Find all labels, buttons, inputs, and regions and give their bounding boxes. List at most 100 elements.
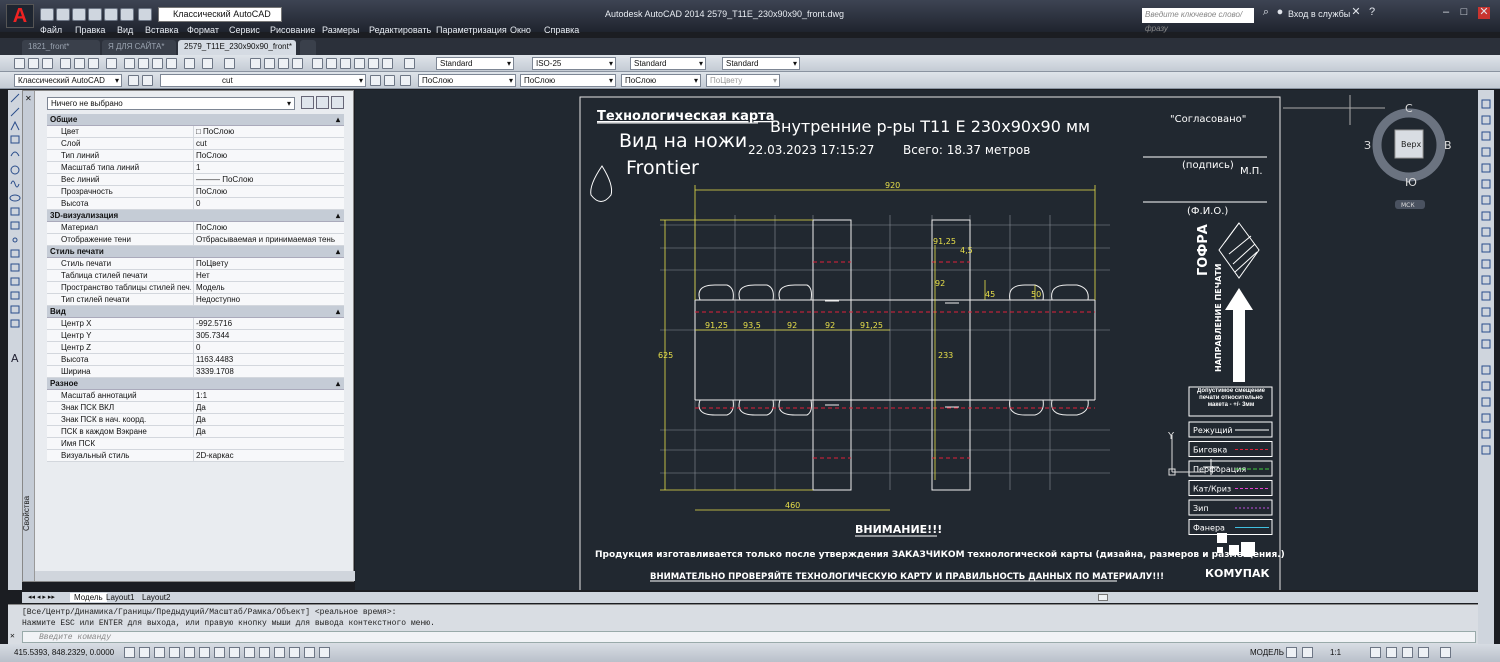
infer-constraints-icon[interactable] <box>124 647 135 658</box>
annotation-scale[interactable]: 1:1 <box>1330 648 1341 657</box>
sheet-set-icon[interactable] <box>354 58 365 69</box>
command-input[interactable]: Введите команду <box>22 631 1476 643</box>
minimize-icon[interactable]: – <box>1440 7 1452 19</box>
table-style-select[interactable]: Standard <box>630 57 706 70</box>
transparency-icon[interactable] <box>289 647 300 658</box>
property-row[interactable]: Центр Y 305.7344 <box>47 330 344 342</box>
property-row[interactable]: Цвет □ ПоСлою <box>47 126 344 138</box>
mleader-style-select[interactable]: Standard <box>722 57 800 70</box>
modify-tools-icon[interactable] <box>1478 90 1494 660</box>
clean-screen-icon[interactable] <box>1440 647 1451 658</box>
menu-file[interactable]: Файл <box>40 25 62 35</box>
undo-icon[interactable] <box>202 58 213 69</box>
new-file-icon[interactable] <box>40 8 54 21</box>
property-value[interactable]: ПоЦвету <box>193 258 343 269</box>
property-row[interactable]: Вес линий ——— ПоСлою <box>47 174 344 186</box>
close-icon[interactable]: ✕ <box>10 631 15 641</box>
property-row[interactable]: Таблица стилей печати Нет <box>47 270 344 282</box>
property-row[interactable]: Имя ПСК <box>47 438 344 450</box>
menu-draw[interactable]: Рисование <box>270 25 315 35</box>
undo-icon[interactable] <box>120 8 134 21</box>
drawing-canvas[interactable]: Технологическая карта Вид на ножи Fronti… <box>355 90 1478 592</box>
property-row[interactable]: Прозрачность ПоСлою <box>47 186 344 198</box>
property-row[interactable]: Центр Z 0 <box>47 342 344 354</box>
property-value[interactable]: 305.7344 <box>193 330 343 341</box>
property-row[interactable]: Материал ПоСлою <box>47 222 344 234</box>
property-row[interactable]: Масштаб типа линий 1 <box>47 162 344 174</box>
tab-model[interactable]: Модель <box>70 593 107 602</box>
property-row[interactable]: Слой cut <box>47 138 344 150</box>
tab-layout2[interactable]: Layout2 <box>142 593 170 602</box>
dim-style-select[interactable]: ISO-25 <box>532 57 616 70</box>
text-style-select[interactable]: Standard <box>436 57 514 70</box>
property-value[interactable]: 1163.4483 <box>193 354 343 365</box>
property-value[interactable]: Отбрасываемая и принимаемая тень <box>193 234 343 245</box>
property-value[interactable]: Недоступно <box>193 294 343 305</box>
property-value[interactable]: □ ПоСлою <box>193 126 343 137</box>
property-row[interactable]: Тип стилей печати Недоступно <box>47 294 344 306</box>
exchange-icon[interactable]: ✕ <box>1350 7 1362 19</box>
layer-states-icon[interactable] <box>400 75 411 86</box>
maximize-icon[interactable]: □ <box>1458 7 1470 19</box>
layer-previous-icon[interactable] <box>384 75 395 86</box>
close-icon[interactable]: ✕ <box>25 94 32 103</box>
hardware-acceleration-icon[interactable] <box>1402 647 1413 658</box>
property-row[interactable]: Стиль печати ПоЦвету <box>47 258 344 270</box>
workspace-switch-icon[interactable] <box>1370 647 1381 658</box>
make-current-icon[interactable] <box>370 75 381 86</box>
design-center-icon[interactable] <box>326 58 337 69</box>
property-value[interactable]: Да <box>193 402 343 413</box>
new-tab-button[interactable] <box>300 40 316 55</box>
property-value[interactable]: 1:1 <box>193 390 343 401</box>
zoom-window-icon[interactable] <box>278 58 289 69</box>
property-section-header[interactable]: Разное <box>47 378 344 390</box>
cut-icon[interactable] <box>124 58 135 69</box>
selection-cycling-icon[interactable] <box>319 647 330 658</box>
zoom-realtime-icon[interactable] <box>264 58 275 69</box>
property-value[interactable]: 2D-каркас <box>193 450 343 461</box>
print-icon[interactable] <box>104 8 118 21</box>
help-icon[interactable] <box>404 58 415 69</box>
linetype-select[interactable]: ПоСлою <box>520 74 616 87</box>
workspace-select[interactable]: Классический AutoCAD <box>14 74 122 87</box>
compass-west[interactable]: З <box>1364 139 1371 152</box>
draw-tools-icon[interactable]: A <box>8 90 22 590</box>
coordinates-readout[interactable]: 415.5393, 848.2329, 0.0000 <box>14 648 114 657</box>
property-value[interactable]: cut <box>193 138 343 149</box>
property-value[interactable]: Нет <box>193 270 343 281</box>
layer-manager-icon[interactable] <box>142 75 153 86</box>
open-file-icon[interactable] <box>56 8 70 21</box>
doc-tab[interactable]: 1821_front* <box>22 40 100 55</box>
menu-modify[interactable]: Редактировать <box>369 25 431 35</box>
menu-help[interactable]: Справка <box>544 25 579 35</box>
open-icon[interactable] <box>28 58 39 69</box>
search-icon[interactable]: ⌕ <box>1260 7 1272 19</box>
paste-icon[interactable] <box>152 58 163 69</box>
property-value[interactable]: 0 <box>193 198 343 209</box>
zoom-previous-icon[interactable] <box>292 58 303 69</box>
search-input[interactable]: Введите ключевое слово/фразу <box>1142 8 1254 33</box>
property-section-header[interactable]: 3D-визуализация <box>47 210 344 222</box>
otrack-icon[interactable] <box>229 647 240 658</box>
property-value[interactable]: 3339.1708 <box>193 366 343 377</box>
tool-palettes-icon[interactable] <box>340 58 351 69</box>
property-row[interactable]: Масштаб аннотаций 1:1 <box>47 390 344 402</box>
plot-preview-icon[interactable] <box>74 58 85 69</box>
viewcube-top[interactable]: Верх <box>1401 140 1421 149</box>
redo-icon[interactable] <box>138 8 152 21</box>
viewcube[interactable]: Верх С Ю З В МСК <box>1283 95 1452 209</box>
user-icon[interactable]: ● <box>1274 7 1286 19</box>
property-row[interactable]: ПСК в каждом Вэкране Да <box>47 426 344 438</box>
menu-view[interactable]: Вид <box>117 25 133 35</box>
markup-icon[interactable] <box>368 58 379 69</box>
lock-icon[interactable] <box>1386 647 1397 658</box>
selection-select[interactable]: Ничего не выбрано <box>47 97 295 110</box>
help-icon[interactable]: ? <box>1366 7 1378 19</box>
copy-icon[interactable] <box>138 58 149 69</box>
menu-parametric[interactable]: Параметризация <box>436 25 507 35</box>
quick-view-layouts-icon[interactable] <box>1286 647 1297 658</box>
pan-icon[interactable] <box>250 58 261 69</box>
property-value[interactable]: ПоСлою <box>193 186 343 197</box>
layer-select[interactable]: cut <box>160 74 366 87</box>
ducs-icon[interactable] <box>244 647 255 658</box>
